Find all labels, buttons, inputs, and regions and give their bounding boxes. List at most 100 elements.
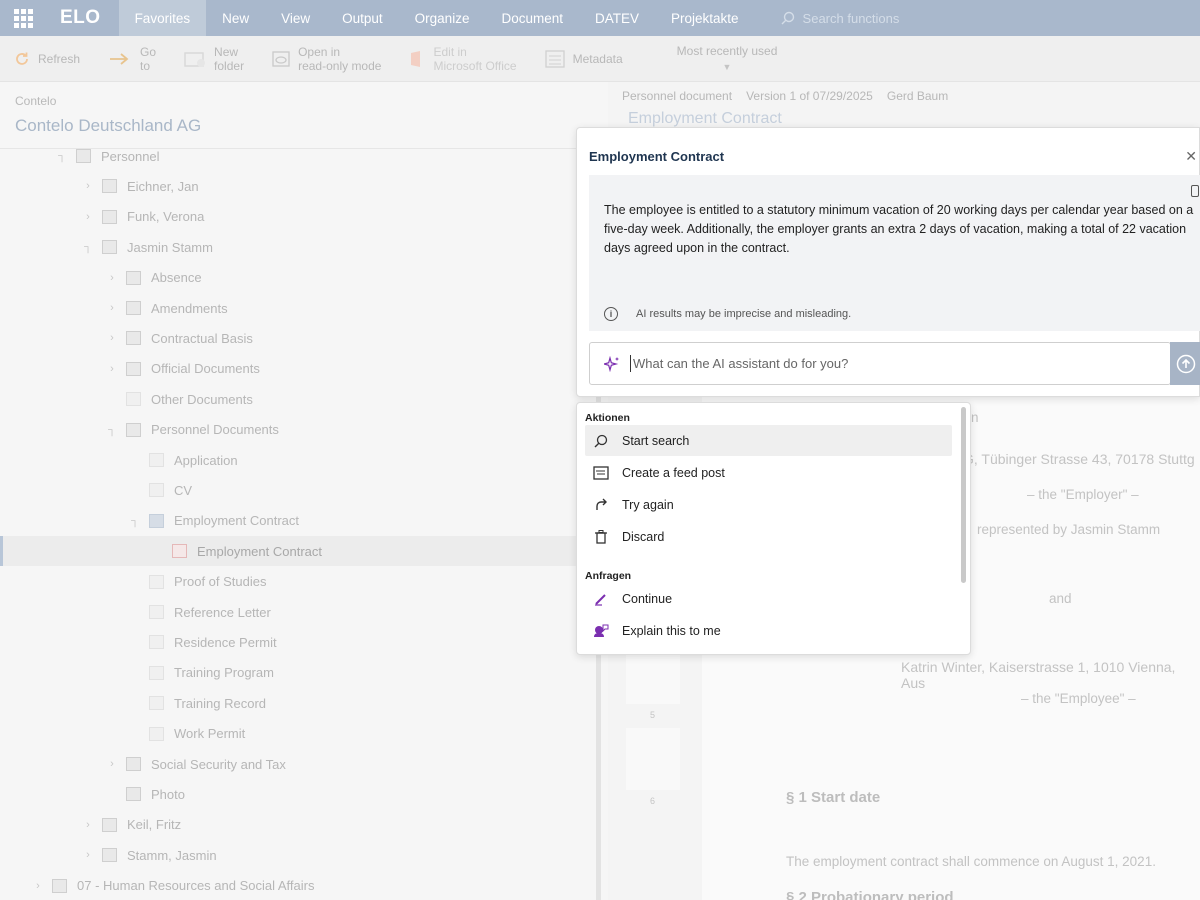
app-launcher-icon[interactable] xyxy=(0,0,46,36)
tab-view[interactable]: View xyxy=(265,0,326,36)
tree-item[interactable]: › Amendments xyxy=(0,293,600,323)
tree-item[interactable]: Proof of Studies xyxy=(0,567,600,597)
tree-item-label: Work Permit xyxy=(174,726,246,742)
ai-result-panel: The employee is entitled to a statutory … xyxy=(589,175,1200,331)
tree-item[interactable]: › Official Documents xyxy=(0,354,600,384)
refresh-button[interactable]: Refresh xyxy=(0,51,94,67)
menu-item-explain[interactable]: Explain this to me xyxy=(585,615,952,646)
tree-item-label: Proof of Studies xyxy=(174,574,267,590)
document-icon xyxy=(149,635,164,650)
search-icon xyxy=(781,11,794,25)
ai-disclaimer: i AI results may be imprecise and mislea… xyxy=(604,307,851,321)
collapse-icon[interactable]: ┐ xyxy=(56,150,68,162)
most-recently-used-dropdown[interactable]: Most recently used ▼ xyxy=(637,44,792,74)
tree-item-label: Personnel Documents xyxy=(151,422,279,438)
chevron-right-icon[interactable]: › xyxy=(106,363,118,375)
metadata-button[interactable]: Metadata xyxy=(531,49,637,68)
pdf-icon xyxy=(172,544,187,559)
chevron-right-icon[interactable]: › xyxy=(106,302,118,314)
tree-item[interactable]: Training Record xyxy=(0,688,600,718)
tree-item[interactable]: Work Permit xyxy=(0,719,600,749)
chevron-right-icon[interactable]: › xyxy=(106,332,118,344)
tab-document[interactable]: Document xyxy=(485,0,579,36)
binder-icon xyxy=(126,270,141,285)
menu-item-continue[interactable]: Continue xyxy=(585,583,952,614)
document-type: Personnel document xyxy=(622,89,733,103)
feed-post-icon xyxy=(592,464,610,482)
chevron-right-icon[interactable]: › xyxy=(106,758,118,770)
tree-item-label: Amendments xyxy=(151,300,228,316)
new-folder-button[interactable]: New folder xyxy=(170,45,258,73)
menu-item-discard[interactable]: Discard xyxy=(585,521,952,552)
tree-item[interactable]: Training Program xyxy=(0,658,600,688)
document-icon xyxy=(149,483,164,498)
document-icon xyxy=(149,605,164,619)
chevron-right-icon[interactable]: › xyxy=(32,880,44,892)
chevron-right-icon[interactable]: › xyxy=(82,819,94,831)
collapse-icon[interactable]: ┐ xyxy=(82,241,94,253)
person-folder-icon xyxy=(102,240,117,255)
tab-organize[interactable]: Organize xyxy=(399,0,486,36)
edit-in-office-button[interactable]: Edit in Microsoft Office xyxy=(395,45,530,73)
tree-item[interactable]: ┐ Employment Contract xyxy=(0,506,600,536)
tab-favorites[interactable]: Favorites xyxy=(118,0,207,36)
collapse-icon[interactable]: ┐ xyxy=(129,515,141,527)
tree-item[interactable]: Reference Letter xyxy=(0,597,600,627)
send-button[interactable] xyxy=(1170,342,1200,385)
chevron-right-icon[interactable]: › xyxy=(82,180,94,192)
go-to-button[interactable]: Go to xyxy=(94,45,170,73)
copy-icon[interactable] xyxy=(1191,185,1199,197)
doc-line: n xyxy=(971,410,979,425)
breadcrumb[interactable]: Contelo xyxy=(15,94,56,108)
tree-item[interactable]: Photo xyxy=(0,779,600,809)
menu-item-try-again[interactable]: Try again xyxy=(585,489,952,520)
menu-scrollbar[interactable] xyxy=(961,407,966,583)
search-functions[interactable]: Search functions xyxy=(781,11,899,26)
pencil-icon xyxy=(592,590,610,608)
ai-prompt-field[interactable] xyxy=(589,342,1171,385)
doc-line: and xyxy=(1049,591,1072,606)
person-folder-icon xyxy=(102,848,117,863)
chevron-right-icon[interactable]: › xyxy=(82,211,94,223)
document-meta: Personnel document Version 1 of 07/29/20… xyxy=(622,89,948,103)
document-icon xyxy=(149,726,164,741)
arrow-right-icon xyxy=(108,51,132,67)
close-icon[interactable]: ✕ xyxy=(1185,148,1197,165)
tree-item[interactable]: › 07 - Human Resources and Social Affairs xyxy=(0,871,600,900)
tree-item[interactable]: › Absence xyxy=(0,263,600,293)
tree-item[interactable]: › Social Security and Tax xyxy=(0,749,600,779)
doc-line: – the "Employer" – xyxy=(1027,487,1139,502)
tree-item[interactable]: ┐ Personnel Documents xyxy=(0,415,600,445)
menu-item-create-feed-post[interactable]: Create a feed post xyxy=(585,457,952,488)
page-thumbnail[interactable]: 6 xyxy=(626,728,680,806)
sparkle-icon xyxy=(604,355,620,372)
tree-item[interactable]: › Contractual Basis xyxy=(0,323,600,353)
collapse-icon[interactable]: ┐ xyxy=(106,424,118,436)
tree-item-label: Jasmin Stamm xyxy=(127,239,213,255)
open-read-only-button[interactable]: Open in read-only mode xyxy=(258,45,395,73)
ai-prompt-input[interactable] xyxy=(633,356,1133,371)
tree-item[interactable]: Application xyxy=(0,445,600,475)
menu-item-start-search[interactable]: Start search xyxy=(585,425,952,456)
tab-projektakte[interactable]: Projektakte xyxy=(655,0,755,36)
tree-item[interactable]: ┐ Personnel xyxy=(0,141,600,171)
tree-item[interactable]: CV xyxy=(0,475,600,505)
tab-output[interactable]: Output xyxy=(326,0,399,36)
tree-item[interactable]: › Keil, Fritz xyxy=(0,810,600,840)
tab-new[interactable]: New xyxy=(206,0,265,36)
tree-item[interactable]: Employment Contract xyxy=(0,536,600,567)
chevron-right-icon[interactable]: › xyxy=(82,849,94,861)
tree-item[interactable]: Residence Permit xyxy=(0,627,600,657)
tree-item[interactable]: › Funk, Verona xyxy=(0,202,600,232)
tree-item[interactable]: ┐ Jasmin Stamm xyxy=(0,232,600,262)
chevron-right-icon[interactable]: › xyxy=(106,272,118,284)
preview-title: Employment Contract xyxy=(628,110,782,127)
tree-item[interactable]: Other Documents xyxy=(0,384,600,414)
text-caret xyxy=(630,355,631,372)
person-folder-icon xyxy=(102,209,117,224)
arrow-up-icon xyxy=(1176,354,1195,373)
tree-item-label: Official Documents xyxy=(151,361,260,377)
tab-datev[interactable]: DATEV xyxy=(579,0,655,36)
tree-item[interactable]: › Eichner, Jan xyxy=(0,171,600,201)
tree-item[interactable]: › Stamm, Jasmin xyxy=(0,840,600,870)
